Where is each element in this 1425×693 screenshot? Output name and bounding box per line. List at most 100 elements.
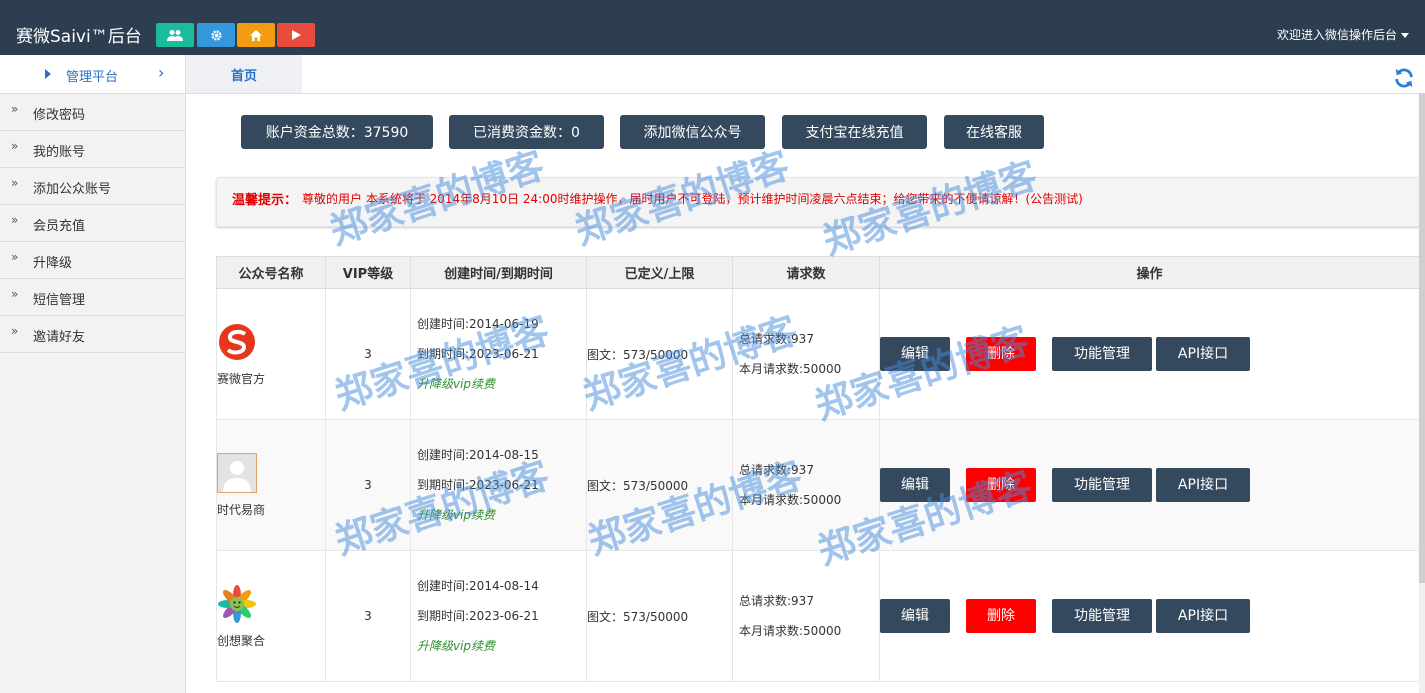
- renew-link[interactable]: 升降级vip续费: [411, 631, 586, 661]
- feature-management-button[interactable]: 功能管理: [1052, 468, 1152, 502]
- quota-value: 图文：573/50000: [586, 288, 733, 420]
- default-avatar-icon: [217, 452, 257, 493]
- delete-button[interactable]: 删除: [966, 337, 1036, 371]
- tab-home[interactable]: 首页: [186, 55, 302, 93]
- expiry-date: 到期时间:2023-06-21: [417, 347, 539, 361]
- settings-button[interactable]: [197, 23, 235, 47]
- home-button[interactable]: [237, 23, 275, 47]
- edit-button[interactable]: 编辑: [880, 468, 950, 502]
- sidebar-section-header[interactable]: 管理平台 ›: [0, 55, 185, 94]
- account-name: 创想聚合: [217, 633, 266, 648]
- welcome-text: 欢迎进入微信操作后台: [1276, 28, 1397, 42]
- chevron-right-icon: ›: [158, 63, 165, 82]
- double-arrow-icon: »: [11, 324, 19, 338]
- delete-button[interactable]: 删除: [966, 468, 1036, 502]
- table-row: 创想聚合 3 创建时间:2014-08-14 到期时间:2023-06-21 升…: [216, 550, 1420, 682]
- table-header-row: 公众号名称 VIP等级 创建时间/到期时间 已定义/上限 请求数 操作: [216, 256, 1420, 289]
- users-button[interactable]: [156, 23, 194, 47]
- actions-cell: 编辑 删除 功能管理 API接口: [879, 550, 1420, 682]
- account-name: 赛微官方: [217, 371, 266, 386]
- vip-level: 3: [325, 419, 411, 551]
- double-arrow-icon: »: [11, 213, 19, 227]
- column-header: 已定义/上限: [586, 256, 733, 289]
- table-row: 赛微官方 3 创建时间:2014-06-19 到期时间:2023-06-21 升…: [216, 288, 1420, 420]
- dates-cell: 创建时间:2014-08-15 到期时间:2023-06-21 升降级vip续费: [410, 419, 587, 551]
- sidebar-item-add-account[interactable]: » 添加公众账号: [0, 168, 185, 205]
- sidebar-item-label: 会员充值: [33, 219, 86, 234]
- requests-cell: 总请求数:937 本月请求数:50000: [732, 419, 880, 551]
- account-name-cell: 赛微官方: [216, 288, 326, 420]
- sidebar-item-label: 添加公众账号: [33, 182, 112, 197]
- renew-link[interactable]: 升降级vip续费: [411, 369, 586, 399]
- monthly-requests: 本月请求数:50000: [739, 493, 842, 507]
- column-header: 操作: [879, 256, 1420, 289]
- alipay-recharge-button[interactable]: 支付宝在线充值: [782, 115, 927, 149]
- api-button[interactable]: API接口: [1156, 337, 1250, 371]
- saivi-logo-icon: [219, 323, 255, 360]
- feature-management-button[interactable]: 功能管理: [1052, 337, 1152, 371]
- sidebar-item-label: 升降级: [33, 256, 73, 271]
- api-button[interactable]: API接口: [1156, 468, 1250, 502]
- edit-button[interactable]: 编辑: [880, 337, 950, 371]
- quota-value: 图文：573/50000: [586, 550, 733, 682]
- gear-icon: [210, 29, 222, 41]
- balance-total-button[interactable]: 账户资金总数：37590: [241, 115, 433, 149]
- caret-right-icon: [45, 69, 51, 79]
- sidebar-section-title: 管理平台: [66, 70, 119, 85]
- sidebar-item-invite[interactable]: » 邀请好友: [0, 316, 185, 353]
- play-icon: [291, 30, 301, 40]
- renew-link[interactable]: 升降级vip续费: [411, 500, 586, 530]
- expiry-date: 到期时间:2023-06-21: [417, 478, 539, 492]
- monthly-requests: 本月请求数:50000: [739, 624, 842, 638]
- delete-button[interactable]: 删除: [966, 599, 1036, 633]
- created-date: 创建时间:2014-08-15: [417, 448, 539, 462]
- refresh-icon[interactable]: [1393, 67, 1415, 89]
- table-row: 时代易商 3 创建时间:2014-08-15 到期时间:2023-06-21 升…: [216, 419, 1420, 551]
- top-header: 赛微Saivi™后台 欢迎进入微信操作后台: [0, 0, 1425, 55]
- account-name: 时代易商: [217, 502, 266, 517]
- sidebar-item-sms[interactable]: » 短信管理: [0, 279, 185, 316]
- requests-cell: 总请求数:937 本月请求数:50000: [732, 288, 880, 420]
- requests-cell: 总请求数:937 本月请求数:50000: [732, 550, 880, 682]
- double-arrow-icon: »: [11, 102, 19, 116]
- play-button[interactable]: [277, 23, 315, 47]
- actions-cell: 编辑 删除 功能管理 API接口: [879, 419, 1420, 551]
- notice-text: 尊敬的用户 本系统将于 2014年8月10日 24:00时维护操作，届时用户不可…: [302, 192, 1083, 206]
- scrollbar-thumb[interactable]: [1419, 93, 1425, 583]
- flower-logo-icon: [218, 584, 256, 623]
- total-requests: 总请求数:937: [739, 332, 814, 346]
- vip-level: 3: [325, 288, 411, 420]
- sidebar-item-upgrade[interactable]: » 升降级: [0, 242, 185, 279]
- welcome-menu[interactable]: 欢迎进入微信操作后台: [1277, 26, 1409, 43]
- edit-button[interactable]: 编辑: [880, 599, 950, 633]
- users-icon: [167, 29, 183, 41]
- vertical-scrollbar[interactable]: [1419, 93, 1425, 693]
- accounts-table: 公众号名称 VIP等级 创建时间/到期时间 已定义/上限 请求数 操作 赛微官方…: [216, 256, 1420, 682]
- tab-bar: 首页: [186, 55, 1425, 94]
- api-button[interactable]: API接口: [1156, 599, 1250, 633]
- vip-level: 3: [325, 550, 411, 682]
- column-header: VIP等级: [325, 256, 411, 289]
- feature-management-button[interactable]: 功能管理: [1052, 599, 1152, 633]
- total-requests: 总请求数:937: [739, 594, 814, 608]
- sidebar-item-label: 邀请好友: [33, 330, 86, 345]
- dates-cell: 创建时间:2014-06-19 到期时间:2023-06-21 升降级vip续费: [410, 288, 587, 420]
- sidebar-item-recharge[interactable]: » 会员充值: [0, 205, 185, 242]
- double-arrow-icon: »: [11, 287, 19, 301]
- account-name-cell: 创想聚合: [216, 550, 326, 682]
- consumed-funds-button[interactable]: 已消费资金数：0: [449, 115, 604, 149]
- online-support-button[interactable]: 在线客服: [944, 115, 1044, 149]
- double-arrow-icon: »: [11, 139, 19, 153]
- notice-banner: 温馨提示： 尊敬的用户 本系统将于 2014年8月10日 24:00时维护操作，…: [216, 177, 1421, 227]
- sidebar-item-label: 修改密码: [33, 108, 86, 123]
- sidebar: 管理平台 › » 修改密码 » 我的账号 » 添加公众账号 » 会员充值 » 升降级 » 短…: [0, 55, 186, 693]
- column-header: 公众号名称: [216, 256, 326, 289]
- add-wechat-account-button[interactable]: 添加微信公众号: [620, 115, 765, 149]
- created-date: 创建时间:2014-08-14: [417, 579, 539, 593]
- column-header: 创建时间/到期时间: [410, 256, 587, 289]
- created-date: 创建时间:2014-06-19: [417, 317, 539, 331]
- monthly-requests: 本月请求数:50000: [739, 362, 842, 376]
- sidebar-item-my-account[interactable]: » 我的账号: [0, 131, 185, 168]
- home-icon: [250, 29, 262, 41]
- sidebar-item-change-password[interactable]: » 修改密码: [0, 94, 185, 131]
